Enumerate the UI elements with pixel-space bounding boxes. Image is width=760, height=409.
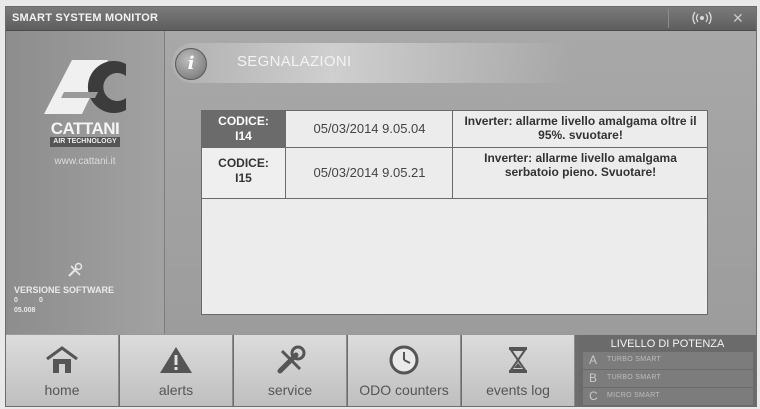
title-bar: SMART SYSTEM MONITOR ✕ — [6, 7, 756, 31]
nav-label: events log — [486, 382, 550, 398]
power-option-letter: B — [589, 371, 598, 385]
nav-label: home — [44, 382, 80, 398]
software-version-value: 05.008 — [14, 307, 36, 314]
power-level-title: LIVELLO DI POTENZA — [610, 338, 725, 350]
tools-icon — [68, 262, 83, 277]
software-version-value: 0 — [14, 297, 18, 304]
alert-code: CODICE: I14 — [202, 111, 286, 147]
nav-label: service — [267, 382, 313, 398]
power-option-a[interactable]: A TURBO SMART — [583, 352, 753, 369]
alert-message: Inverter: allarme livello amalgama oltre… — [464, 114, 697, 142]
section-header — [172, 43, 572, 83]
nav-service-button[interactable]: service — [234, 335, 347, 406]
website-link: www.cattani.it — [54, 156, 116, 167]
power-option-name: TURBO SMART — [607, 374, 662, 381]
software-version-label: VERSIONE SOFTWARE — [14, 285, 115, 295]
sidebar: CATTANI AIR TECHNOLOGY www.cattani.it VE… — [6, 31, 165, 334]
power-option-b[interactable]: B TURBO SMART — [583, 370, 753, 387]
clock-icon — [389, 345, 419, 375]
titlebar-divider — [668, 9, 669, 28]
info-icon: i — [175, 48, 207, 80]
home-icon — [46, 346, 78, 373]
software-version-value: 0 — [39, 297, 43, 304]
nav-home-button[interactable]: home — [6, 335, 119, 406]
hourglass-icon — [509, 347, 527, 373]
nav-odo-counters-button[interactable]: ODO counters — [348, 335, 461, 406]
power-option-letter: C — [589, 389, 598, 403]
tools-icon — [277, 345, 306, 374]
power-option-letter: A — [589, 353, 598, 367]
power-option-name: MICRO SMART — [607, 392, 660, 399]
alert-row[interactable]: CODICE: I14 05/03/2014 9.05.04 Inverter:… — [202, 111, 707, 148]
nav-label: alerts — [158, 382, 194, 398]
alert-code: CODICE: I15 — [202, 148, 286, 198]
brand-subtitle: AIR TECHNOLOGY — [50, 137, 120, 147]
nav-alerts-button[interactable]: alerts — [120, 335, 233, 406]
alert-datetime: 05/03/2014 9.05.21 — [287, 148, 453, 198]
warning-icon — [160, 347, 192, 373]
alert-datetime: 05/03/2014 9.05.04 — [287, 111, 453, 147]
nav-events-log-button[interactable]: events log — [462, 335, 575, 406]
wireless-signal-icon[interactable] — [690, 10, 714, 26]
brand-name: CATTANI — [50, 119, 120, 138]
app-title: SMART SYSTEM MONITOR — [12, 12, 159, 24]
power-level-panel: LIVELLO DI POTENZA A TURBO SMART B TURBO… — [579, 335, 756, 406]
close-icon[interactable]: ✕ — [732, 10, 744, 26]
section-title: SEGNALAZIONI — [237, 53, 352, 70]
cattani-logo — [44, 60, 126, 114]
power-option-c[interactable]: C MICRO SMART — [583, 388, 753, 405]
alerts-table: CODICE: I14 05/03/2014 9.05.04 Inverter:… — [201, 110, 708, 315]
power-option-name: TURBO SMART — [607, 356, 662, 363]
alert-row[interactable]: CODICE: I15 05/03/2014 9.05.21 Inverter:… — [202, 148, 707, 199]
nav-label: ODO counters — [359, 382, 449, 398]
bottom-nav: home alerts service ODO counters events … — [6, 335, 756, 406]
alert-message: Inverter: allarme livello amalgama serba… — [484, 151, 677, 179]
